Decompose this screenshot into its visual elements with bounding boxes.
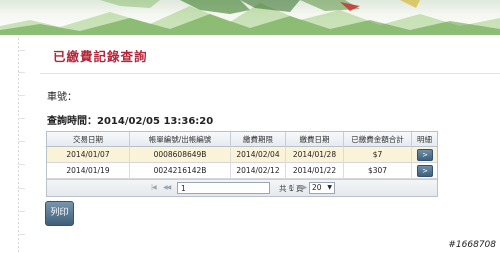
header-banner: [0, 0, 500, 35]
detail-button[interactable]: >: [417, 165, 433, 177]
page-number-input[interactable]: [177, 182, 270, 194]
header-paid-date[interactable]: 繳費日期: [286, 132, 344, 147]
cell-paid-amount: $307: [344, 163, 412, 179]
title-divider: [40, 73, 500, 74]
cell-bill-number: 000860864​9B: [130, 147, 231, 163]
prev-page-icon[interactable]: ◀◀: [163, 184, 171, 191]
header-transaction-date[interactable]: 交易日期: [47, 132, 130, 147]
payment-records-grid: 交易日期 帳單編號/出帳編號 繳費期限 繳費日期 已繳費金額合計 明細 2014…: [46, 131, 438, 197]
chevron-down-icon: ▼: [327, 184, 332, 191]
grid-header: 交易日期 帳單編號/出帳編號 繳費期限 繳費日期 已繳費金額合計 明細: [47, 132, 437, 147]
left-dashed-rail: [18, 38, 25, 253]
cell-due-date: 2014/02/04: [231, 147, 286, 163]
watermark-text: #1668708: [448, 240, 496, 250]
page-size-select[interactable]: 20 ▼: [309, 182, 335, 194]
cell-paid-date: 2014/01/28: [286, 147, 344, 163]
cell-transaction-date: 2014/01/07: [47, 147, 130, 163]
first-page-icon[interactable]: |◀: [151, 184, 157, 191]
cell-paid-amount: $7: [344, 147, 412, 163]
cell-transaction-date: 2014/01/19: [47, 163, 130, 179]
car-number-label: 車號：: [47, 92, 77, 103]
cell-bill-number: 0024216142B: [130, 163, 231, 179]
print-button[interactable]: 列印: [45, 201, 74, 226]
cell-due-date: 2014/02/12: [231, 163, 286, 179]
last-page-icon[interactable]: ▶|: [289, 184, 295, 191]
detail-button[interactable]: >: [417, 149, 433, 161]
query-time: 查詢時間：2014/02/05 13:36:20: [47, 116, 214, 127]
header-paid-amount[interactable]: 已繳費金額合計: [344, 132, 412, 147]
table-row[interactable]: 2014/01/07 000860864​9B 2014/02/04 2014/…: [47, 147, 437, 163]
grid-pager: |◀ ◀◀ 共 1 頁 ▶▶ ▶| 20 ▼: [47, 179, 437, 196]
grass-banner-image: [0, 0, 500, 35]
next-page-icon[interactable]: ▶▶: [299, 184, 307, 191]
page-title: 已繳費記錄查詢: [53, 49, 148, 64]
header-detail[interactable]: 明細: [412, 132, 437, 147]
header-bill-number[interactable]: 帳單編號/出帳編號: [130, 132, 231, 147]
header-due-date[interactable]: 繳費期限: [231, 132, 286, 147]
cell-paid-date: 2014/01/22: [286, 163, 344, 179]
table-row[interactable]: 2014/01/19 0024216142B 2014/02/12 2014/0…: [47, 163, 437, 179]
page-size-value: 20: [312, 183, 322, 192]
